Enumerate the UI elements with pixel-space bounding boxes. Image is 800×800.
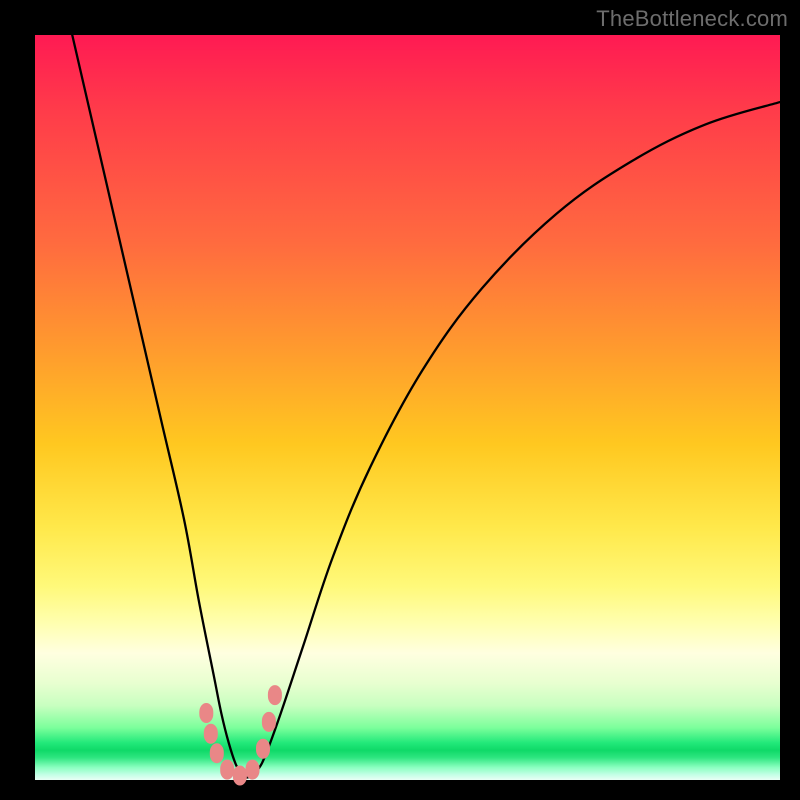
curve-marker [220, 760, 234, 780]
curve-marker [256, 739, 270, 759]
curve-marker [199, 703, 213, 723]
watermark-text: TheBottleneck.com [596, 6, 788, 32]
chart-svg [35, 35, 780, 780]
curve-markers [199, 685, 282, 785]
bottleneck-curve [72, 35, 780, 778]
curve-marker [268, 685, 282, 705]
chart-frame: TheBottleneck.com [0, 0, 800, 800]
chart-plot-area [35, 35, 780, 780]
curve-marker [204, 724, 218, 744]
curve-marker [262, 712, 276, 732]
curve-marker [233, 766, 247, 786]
curve-marker [210, 743, 224, 763]
curve-marker [246, 760, 260, 780]
